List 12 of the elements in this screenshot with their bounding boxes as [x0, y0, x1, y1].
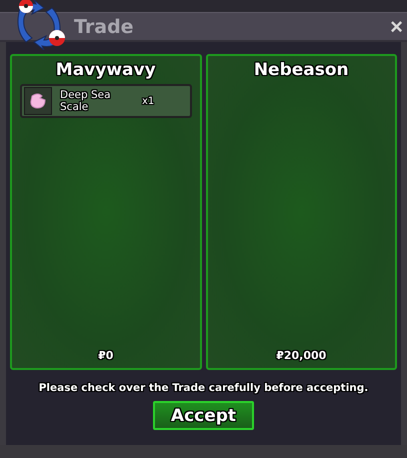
trader-name: Nebeason — [254, 60, 349, 80]
trader-name: Mavywavy — [56, 60, 156, 80]
close-button[interactable]: × — [388, 16, 405, 38]
accept-button[interactable]: Accept — [153, 401, 254, 430]
item-name: Deep Sea Scale — [60, 89, 112, 113]
notice-text: Please check over the Trade carefully before accepting. — [38, 382, 368, 394]
money-amount: ₽20,000 — [276, 349, 326, 362]
item-quantity: x1 — [142, 96, 154, 106]
item-row[interactable]: Deep Sea Scale x1 — [20, 84, 192, 118]
scale-icon — [29, 93, 47, 109]
window-title: Trade — [74, 16, 134, 38]
money-amount: ₽0 — [98, 349, 114, 362]
